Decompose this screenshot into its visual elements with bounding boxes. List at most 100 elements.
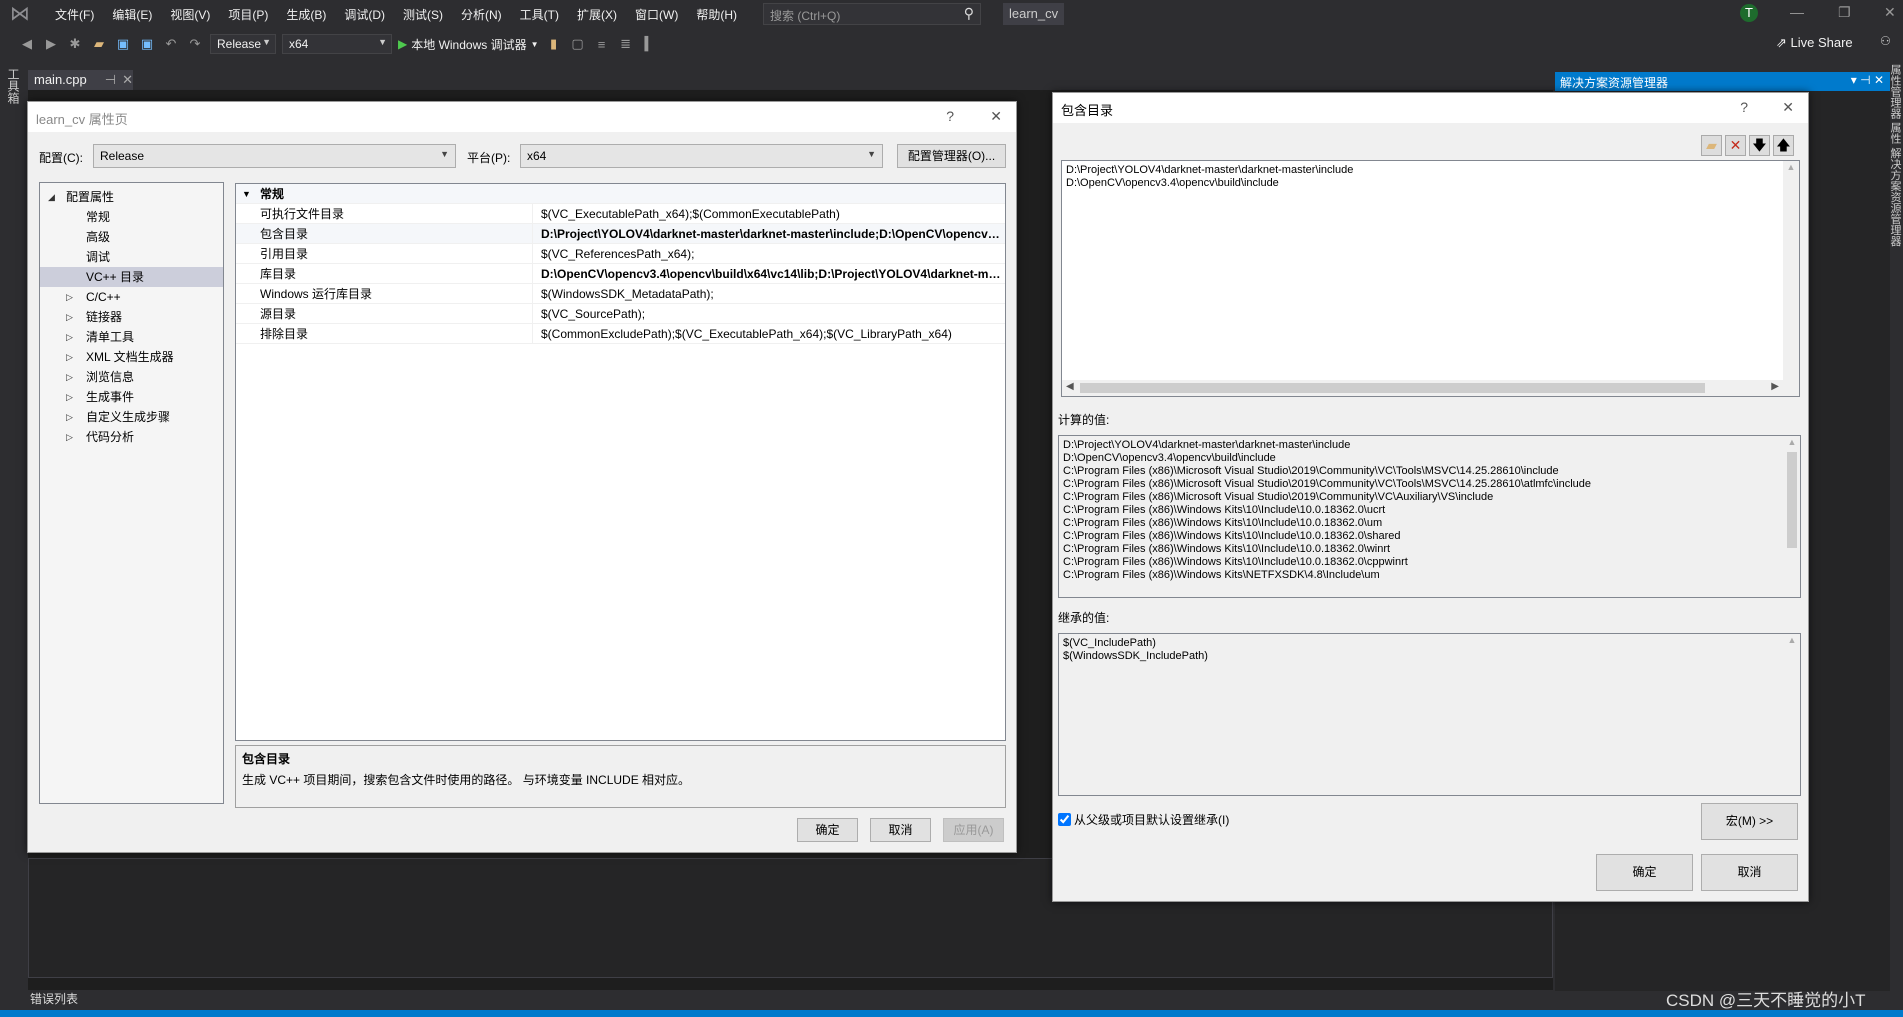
include-entries-editor[interactable]: D:\Project\YOLOV4\darknet-master\darknet…: [1061, 160, 1800, 397]
new-line-button[interactable]: ▰: [1701, 135, 1722, 156]
property-row[interactable]: 源目录 $(VC_SourcePath);: [236, 304, 1005, 324]
right-side-tabs[interactable]: 属性管理器 属性 解决方案资源管理器: [1890, 64, 1903, 1004]
menu-item[interactable]: 编辑(E): [103, 6, 161, 23]
tree-item[interactable]: ▷ 浏览信息: [40, 367, 223, 387]
menu-item[interactable]: 窗口(W): [626, 6, 687, 23]
ok-button[interactable]: 确定: [1596, 854, 1693, 891]
feedback-icon[interactable]: ⚇: [1880, 34, 1891, 48]
forward-icon[interactable]: ▶: [42, 36, 60, 52]
collapsed-triangle-icon[interactable]: ▷: [66, 307, 73, 327]
horizontal-scrollbar[interactable]: [1059, 581, 1800, 597]
indent-icon[interactable]: ≡: [593, 37, 611, 52]
menu-item[interactable]: 分析(N): [452, 6, 511, 23]
property-value[interactable]: $(VC_SourcePath);: [532, 304, 1005, 323]
config-select[interactable]: Release ▼: [93, 144, 456, 168]
property-value[interactable]: D:\OpenCV\opencv3.4\opencv\build\x64\vc1…: [532, 264, 1005, 283]
collapsed-triangle-icon[interactable]: ▷: [66, 347, 73, 367]
property-row[interactable]: 可执行文件目录 $(VC_ExecutablePath_x64);$(Common…: [236, 204, 1005, 224]
menu-item[interactable]: 帮助(H): [687, 6, 746, 23]
panel-controls-icon[interactable]: ▾ ⊣ ✕: [1851, 73, 1884, 87]
property-row[interactable]: 库目录 D:\OpenCV\opencv3.4\opencv\build\x64\…: [236, 264, 1005, 284]
vertical-scrollbar[interactable]: ▲: [1784, 436, 1800, 581]
inherit-checkbox[interactable]: 从父级或项目默认设置继承(I): [1058, 811, 1229, 828]
ok-button[interactable]: 确定: [797, 818, 858, 842]
search-input[interactable]: 搜索 (Ctrl+Q) ⚲: [763, 3, 981, 25]
find-icon[interactable]: ▮: [545, 36, 563, 52]
collapsed-triangle-icon[interactable]: ▷: [66, 327, 73, 347]
new-project-icon[interactable]: ✱: [66, 36, 84, 52]
tree-item[interactable]: ▷ 生成事件: [40, 387, 223, 407]
property-row[interactable]: 排除目录 $(CommonExcludePath);$(VC_Executable…: [236, 324, 1005, 344]
bookmark-icon[interactable]: ▍: [641, 36, 659, 52]
tree-item[interactable]: ▷ 自定义生成步骤: [40, 407, 223, 427]
property-value[interactable]: $(CommonExcludePath);$(VC_ExecutablePath…: [532, 324, 1005, 343]
comment-icon[interactable]: ≣: [617, 36, 635, 52]
inherit-checkbox-input[interactable]: [1058, 813, 1071, 826]
tree-item[interactable]: ▷ 代码分析: [40, 427, 223, 447]
pin-icon[interactable]: ⊣: [105, 72, 116, 87]
menu-item[interactable]: 视图(V): [161, 6, 219, 23]
menu-item[interactable]: 测试(S): [394, 6, 452, 23]
menu-item[interactable]: 文件(F): [46, 6, 103, 23]
config-manager-button[interactable]: 配置管理器(O)...: [897, 144, 1006, 168]
apply-button[interactable]: 应用(A): [943, 818, 1004, 842]
tree-item[interactable]: 常规: [40, 207, 223, 227]
save-icon[interactable]: ▣: [114, 36, 132, 52]
horizontal-scrollbar[interactable]: ◀ ▶: [1062, 380, 1799, 396]
vertical-scrollbar[interactable]: ▲: [1783, 161, 1799, 380]
help-button[interactable]: ?: [1740, 99, 1748, 115]
delete-button[interactable]: ✕: [1725, 135, 1746, 156]
cancel-button[interactable]: 取消: [870, 818, 931, 842]
macros-button[interactable]: 宏(M) >>: [1701, 803, 1798, 840]
tree-item[interactable]: VC++ 目录: [40, 267, 223, 287]
screenshot-icon[interactable]: ▢: [569, 36, 587, 52]
undo-icon[interactable]: ↶: [162, 36, 180, 52]
cancel-button[interactable]: 取消: [1701, 854, 1798, 891]
tree-item[interactable]: ▷ 链接器: [40, 307, 223, 327]
tab-error-list[interactable]: 错误列表: [30, 990, 78, 1007]
close-icon[interactable]: ✕: [122, 72, 133, 87]
close-button[interactable]: ✕: [990, 108, 1002, 125]
menu-item[interactable]: 生成(B): [277, 6, 335, 23]
minimize-button[interactable]: —: [1790, 4, 1804, 20]
move-down-button[interactable]: 🡇: [1749, 135, 1770, 156]
tree-item[interactable]: 调试: [40, 247, 223, 267]
collapsed-triangle-icon[interactable]: ▷: [66, 367, 73, 387]
close-window-button[interactable]: ✕: [1884, 4, 1896, 21]
property-row[interactable]: 引用目录 $(VC_ReferencesPath_x64);: [236, 244, 1005, 264]
property-row[interactable]: Windows 运行库目录 $(WindowsSDK_MetadataPath);: [236, 284, 1005, 304]
restore-button[interactable]: ❐: [1838, 4, 1851, 21]
live-share-button[interactable]: ⇗ Live Share: [1776, 35, 1853, 51]
tree-item[interactable]: 高级: [40, 227, 223, 247]
vertical-scrollbar[interactable]: ▲: [1784, 634, 1800, 795]
tree-item[interactable]: ◢ 配置属性: [40, 187, 223, 207]
tree-item[interactable]: ▷ XML 文档生成器: [40, 347, 223, 367]
property-value[interactable]: $(VC_ExecutablePath_x64);$(CommonExecuta…: [532, 204, 1005, 223]
tree-item[interactable]: ▷ 清单工具: [40, 327, 223, 347]
property-value[interactable]: $(WindowsSDK_MetadataPath);: [532, 284, 1005, 303]
property-value[interactable]: $(VC_ReferencesPath_x64);: [532, 244, 1005, 263]
category-header[interactable]: ▼ 常规: [236, 184, 1005, 204]
toolbox-tab[interactable]: 工具箱: [0, 64, 22, 1004]
platform-combo[interactable]: x64 ▼: [282, 34, 392, 54]
collapsed-triangle-icon[interactable]: ▷: [66, 387, 73, 407]
start-debugging-button[interactable]: ▶ 本地 Windows 调试器 ▼: [398, 36, 539, 53]
expanded-triangle-icon[interactable]: ◢: [48, 187, 55, 207]
save-all-icon[interactable]: ▣: [138, 36, 156, 52]
close-button[interactable]: ✕: [1782, 99, 1794, 116]
avatar[interactable]: T: [1740, 4, 1758, 22]
open-folder-icon[interactable]: ▰: [90, 36, 108, 52]
collapsed-triangle-icon[interactable]: ▷: [66, 407, 73, 427]
back-icon[interactable]: ◀: [18, 36, 36, 52]
property-row[interactable]: 包含目录 D:\Project\YOLOV4\darknet-master\dar…: [236, 224, 1005, 244]
menu-item[interactable]: 工具(T): [511, 6, 568, 23]
move-up-button[interactable]: 🡅: [1773, 135, 1794, 156]
menu-item[interactable]: 扩展(X): [568, 6, 626, 23]
menu-item[interactable]: 调试(D): [335, 6, 394, 23]
collapsed-triangle-icon[interactable]: ▷: [66, 287, 73, 307]
redo-icon[interactable]: ↷: [186, 36, 204, 52]
help-button[interactable]: ?: [946, 108, 954, 124]
configuration-combo[interactable]: Release ▼: [210, 34, 276, 54]
tab-main-cpp[interactable]: main.cpp ⊣ ✕: [28, 70, 133, 90]
property-value[interactable]: D:\Project\YOLOV4\darknet-master\darknet…: [532, 224, 1005, 243]
